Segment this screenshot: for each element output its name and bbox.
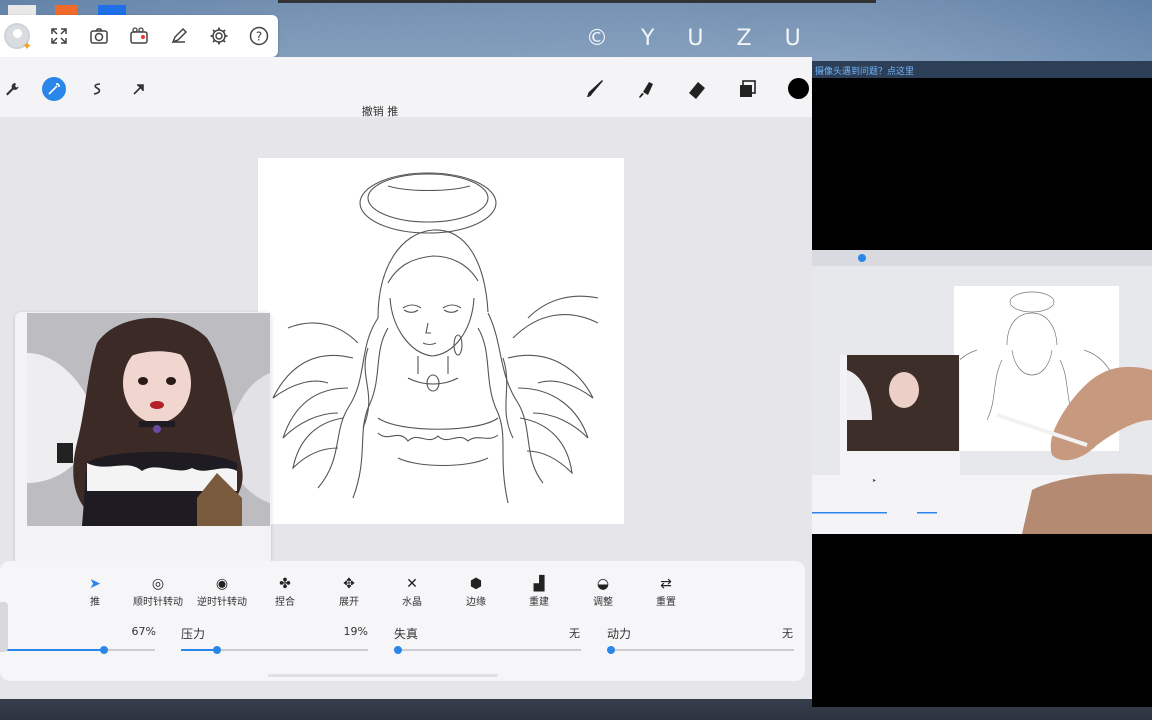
transform-arrow-icon[interactable] <box>127 77 151 101</box>
slider-knob[interactable] <box>607 646 615 654</box>
distortion-label: 失真 <box>394 627 419 641</box>
tool-label: 逆时针转动 <box>197 597 247 608</box>
liquify-crystals-button[interactable]: ✕ 水晶 <box>381 575 443 608</box>
brush-icon[interactable] <box>583 77 607 101</box>
liquify-reset-button[interactable]: ⇄ 重置 <box>635 575 697 608</box>
twirl-left-icon: ◉ <box>215 576 229 592</box>
slider-knob[interactable] <box>99 646 108 654</box>
status-strip <box>0 692 120 706</box>
push-icon: ➤ <box>89 576 101 592</box>
liquify-twirl-right-button[interactable]: ◎ 顺时针转动 <box>127 575 189 608</box>
liquify-panel: ➤ 推 ◎ 顺时针转动 ◉ 逆时针转动 ✤ 捏合 ✥ 展开 ✕ 水晶 ⬢ 边缘 … <box>0 561 805 681</box>
procreate-window: 撤销 推 ➤ 推 ◎ 顺时针转动 ◉ 逆时针转动 ✤ 捏合 ✥ 展开 ✕ 水晶 … <box>0 57 812 699</box>
pressure-label: 压力 <box>181 627 206 641</box>
tool-label: 展开 <box>339 597 359 608</box>
tool-label: 边缘 <box>466 597 486 608</box>
help-icon[interactable]: ? <box>248 25 270 47</box>
slider-knob[interactable] <box>212 646 221 654</box>
camera-window: 摄像头遇到问题？点这里 ➤ <box>812 61 1152 707</box>
size-value: 67% <box>131 625 156 638</box>
distortion-value: 无 <box>569 627 580 640</box>
svg-text:?: ? <box>256 30 262 44</box>
adjust-icon: ◒ <box>596 576 610 592</box>
side-handle[interactable] <box>0 602 8 652</box>
video-camera-icon[interactable] <box>128 25 150 47</box>
svg-text:➤: ➤ <box>872 478 876 484</box>
user-avatar[interactable]: ✦ <box>4 23 32 53</box>
twirl-right-icon: ◎ <box>151 576 165 592</box>
momentum-slider[interactable] <box>607 646 794 654</box>
gear-icon[interactable] <box>208 25 230 47</box>
momentum-label: 动力 <box>607 627 632 641</box>
home-indicator <box>268 674 498 677</box>
reset-icon: ⇄ <box>660 576 672 592</box>
taskbar-tab[interactable] <box>98 5 126 15</box>
slider-fill <box>181 649 217 651</box>
distortion-slider[interactable] <box>394 646 581 654</box>
fullscreen-icon[interactable] <box>48 25 70 47</box>
top-toolbar: 撤销 推 <box>0 57 812 118</box>
camera-feed: ➤ <box>812 250 1152 534</box>
slider-knob[interactable] <box>394 646 402 654</box>
slider-fill <box>0 649 104 651</box>
layers-icon[interactable] <box>736 77 760 101</box>
edge-icon: ⬢ <box>469 576 483 592</box>
eraser-icon[interactable] <box>685 77 709 101</box>
size-slider[interactable] <box>0 646 155 654</box>
pinch-icon: ✤ <box>279 576 291 592</box>
tool-label: 重建 <box>529 597 549 608</box>
taskbar-tab[interactable] <box>55 5 77 15</box>
pressure-slider[interactable] <box>181 646 368 654</box>
tool-label: 推 <box>90 597 100 608</box>
watermark: © Y U Z U <box>586 26 814 51</box>
sparkle-icon: ✦ <box>22 39 33 53</box>
magic-wand-icon[interactable] <box>42 77 66 101</box>
drawing-canvas[interactable] <box>258 158 624 524</box>
undo-status: 撤销 推 <box>361 105 399 118</box>
crystals-icon: ✕ <box>406 576 418 592</box>
momentum-value: 无 <box>782 627 793 640</box>
wrench-icon[interactable] <box>0 77 24 101</box>
expand-icon: ✥ <box>343 576 355 592</box>
taskbar-tabs <box>0 0 130 15</box>
camera-title-bar: 摄像头遇到问题？点这里 <box>812 61 1152 78</box>
tool-label: 水晶 <box>402 597 422 608</box>
camera-icon[interactable] <box>88 25 110 47</box>
window-edge <box>278 0 876 3</box>
color-swatch[interactable] <box>788 78 809 99</box>
tool-label: 顺时针转动 <box>133 597 183 608</box>
camera-help-link[interactable]: 摄像头遇到问题？点这里 <box>815 64 914 77</box>
tool-label: 重置 <box>656 597 676 608</box>
pressure-value: 19% <box>343 625 368 638</box>
selection-icon[interactable] <box>85 77 109 101</box>
taskbar-tab[interactable] <box>8 5 36 15</box>
reference-photo <box>27 313 270 526</box>
capture-toolbar: ✦ ? <box>0 15 278 57</box>
liquify-pinch-button[interactable]: ✤ 捏合 <box>254 575 316 608</box>
liquify-twirl-left-button[interactable]: ◉ 逆时针转动 <box>191 575 253 608</box>
liquify-reconstruct-button[interactable]: ▟ 重建 <box>508 575 570 608</box>
liquify-adjust-button[interactable]: ◒ 调整 <box>572 575 634 608</box>
liquify-push-button[interactable]: ➤ 推 <box>64 575 126 608</box>
liquify-expand-button[interactable]: ✥ 展开 <box>318 575 380 608</box>
smudge-icon[interactable] <box>634 77 658 101</box>
reconstruct-icon: ▟ <box>533 576 545 592</box>
tool-label: 调整 <box>593 597 613 608</box>
liquify-edge-button[interactable]: ⬢ 边缘 <box>445 575 507 608</box>
tool-label: 捏合 <box>275 597 295 608</box>
pen-icon[interactable] <box>168 25 190 47</box>
sketch-drawing <box>272 172 599 504</box>
